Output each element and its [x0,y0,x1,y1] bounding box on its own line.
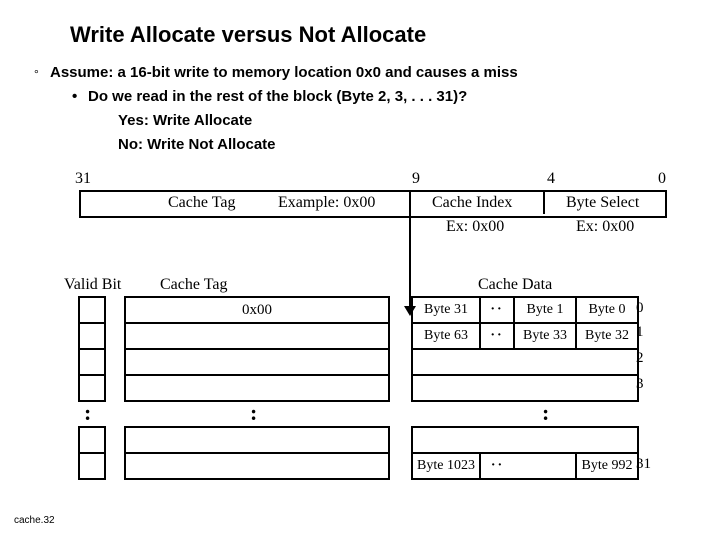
bit-label-0: 0 [658,170,666,188]
cache-data-table: Byte 31 ·· Byte 1 Byte 0 Byte 63 ·· Byte… [411,296,639,480]
valid-dots: : [84,400,91,426]
addr-divider [543,190,545,214]
tag-cell: 0x00 [125,297,389,323]
data-cell: Byte 33 [514,323,576,349]
footer-slide-id: cache.32 [14,515,55,526]
data-cell: Byte 1023 [412,453,480,479]
data-cell: Byte 32 [576,323,638,349]
data-dots: ·· [480,297,514,323]
bullet-do: Do we read in the rest of the block (Byt… [88,88,467,105]
lbl-cache-data: Cache Data [478,276,552,294]
data-cell: Byte 1 [514,297,576,323]
cache-tag-table: 0x00 [124,296,390,480]
data-dots: ·· [480,453,514,479]
bit-label-4: 4 [547,170,555,188]
bullet-yes: Yes: Write Allocate [118,112,252,129]
tag-dots: : [250,400,257,426]
dot-bullet: • [72,88,77,105]
lbl-ex-index: Ex: 0x00 [446,218,504,236]
lbl-cache-tag: Cache Tag [168,194,235,212]
bullet-assume: Assume: a 16-bit write to memory locatio… [50,64,518,81]
row-num: 0 [636,300,644,317]
lbl-cache-index: Cache Index [432,194,512,212]
row-num: 1 [636,324,644,341]
bullet-no: No: Write Not Allocate [118,136,276,153]
lbl-ex-byte: Ex: 0x00 [576,218,634,236]
row-num: 31 [636,456,651,473]
row-num: 2 [636,350,644,367]
page-title: Write Allocate versus Not Allocate [70,22,426,48]
lbl-valid-bit: Valid Bit [64,276,121,294]
lbl-byte-select: Byte Select [566,194,639,212]
data-vdots: : [542,400,549,426]
lbl-cache-tag-col: Cache Tag [160,276,227,294]
data-cell: Byte 31 [412,297,480,323]
data-cell: Byte 992 [576,453,638,479]
bit-label-31: 31 [75,170,91,188]
row-num: 3 [636,376,644,393]
valid-bit-table [78,296,106,480]
data-dots: ·· [480,323,514,349]
addr-divider [409,190,411,214]
bit-label-9: 9 [412,170,420,188]
data-cell: Byte 63 [412,323,480,349]
lbl-example: Example: 0x00 [278,194,375,212]
data-cell: Byte 0 [576,297,638,323]
degree-bullet: ° [34,67,39,81]
